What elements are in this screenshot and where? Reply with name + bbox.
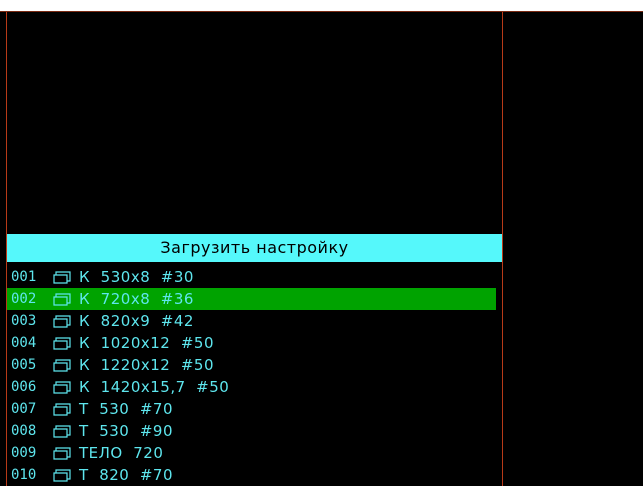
preset-name: К 1020x12 #50 (79, 334, 215, 352)
preset-panel: Загрузить настройку 001 К 530x8 #30 002 К 7… (6, 12, 503, 486)
folder-icon (53, 446, 71, 460)
side-panel (503, 12, 643, 486)
preset-name: К 720x8 #36 (79, 290, 194, 308)
preset-row[interactable]: 004 К 1020x12 #50 (7, 332, 502, 354)
preset-name: К 1420x15,7 #50 (79, 378, 230, 396)
preset-list: 001 К 530x8 #30 002 К 720x8 #36 003 К 820x9 #… (7, 266, 502, 486)
preset-name: ТЕЛО 720 (79, 444, 164, 462)
preset-number: 001 (11, 269, 37, 285)
preset-row[interactable]: 001 К 530x8 #30 (7, 266, 502, 288)
folder-icon (53, 358, 71, 372)
folder-icon (53, 380, 71, 394)
preset-number: 009 (11, 445, 37, 461)
preset-name: Т 530 #90 (79, 422, 174, 440)
folder-icon (53, 292, 71, 306)
preset-row[interactable]: 010 Т 820 #70 (7, 464, 502, 486)
preset-number: 002 (11, 291, 37, 307)
dialog-title: Загрузить настройку (7, 234, 502, 262)
preset-name: К 530x8 #30 (79, 268, 194, 286)
preset-number: 004 (11, 335, 37, 351)
preset-row[interactable]: 005 К 1220x12 #50 (7, 354, 502, 376)
folder-icon (53, 468, 71, 482)
folder-icon (53, 314, 71, 328)
preset-row[interactable]: 009 ТЕЛО 720 (7, 442, 502, 464)
folder-icon (53, 270, 71, 284)
folder-icon (53, 336, 71, 350)
preset-row[interactable]: 008 Т 530 #90 (7, 420, 502, 442)
preset-name: Т 530 #70 (79, 400, 174, 418)
preset-number: 003 (11, 313, 37, 329)
preset-row[interactable]: 003 К 820x9 #42 (7, 310, 502, 332)
folder-icon (53, 424, 71, 438)
preset-name: К 820x9 #42 (79, 312, 194, 330)
folder-icon (53, 402, 71, 416)
preset-row[interactable]: 007 Т 530 #70 (7, 398, 502, 420)
window-top-border (0, 0, 643, 12)
preset-row[interactable]: 006 К 1420x15,7 #50 (7, 376, 502, 398)
preset-number: 006 (11, 379, 37, 395)
preset-name: Т 820 #70 (79, 466, 174, 484)
preset-number: 008 (11, 423, 37, 439)
preset-number: 005 (11, 357, 37, 373)
preset-row[interactable]: 002 К 720x8 #36 (7, 288, 496, 310)
preset-name: К 1220x12 #50 (79, 356, 215, 374)
preset-number: 007 (11, 401, 37, 417)
preset-number: 010 (11, 467, 37, 483)
